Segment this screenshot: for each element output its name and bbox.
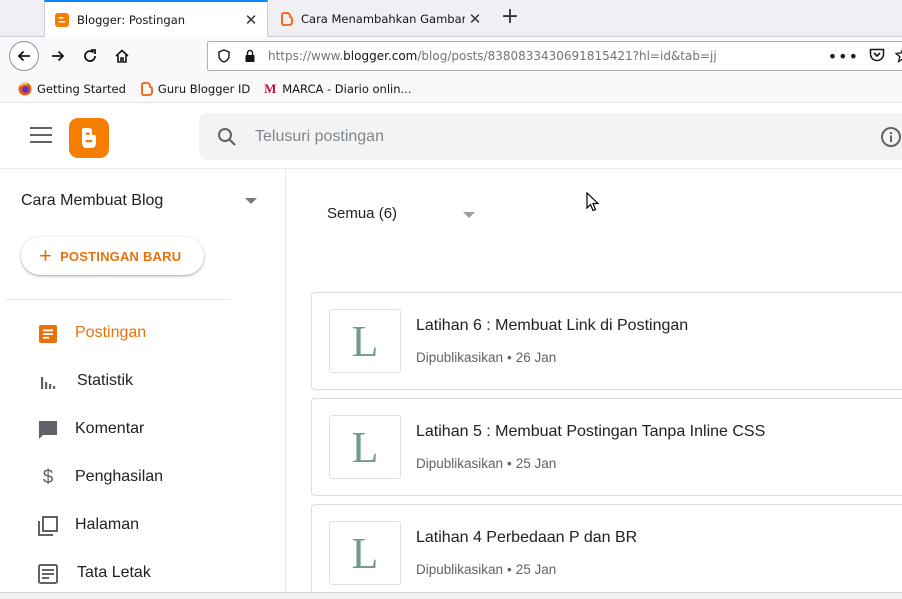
search-bar [199, 113, 902, 160]
info-icon[interactable] [880, 126, 902, 148]
post-list-item[interactable]: L Latihan 5 : Membuat Postingan Tanpa In… [311, 398, 902, 496]
bookmarks-toolbar: Getting Started Guru Blogger ID M MARCA … [0, 75, 902, 103]
home-icon [115, 49, 129, 63]
post-date: 26 Jan [515, 350, 557, 365]
tab-close-icon[interactable]: ✕ [465, 10, 485, 28]
reload-button[interactable] [75, 41, 105, 71]
address-bar-actions: ••• [823, 42, 902, 70]
sidebar-divider [5, 299, 230, 300]
blogger-logo-icon[interactable] [69, 118, 109, 158]
new-post-button[interactable]: + POSTINGAN BARU [21, 237, 204, 275]
sidebar-item-label: Statistik [77, 372, 134, 389]
post-title[interactable]: Latihan 5 : Membuat Postingan Tanpa Inli… [416, 423, 765, 441]
post-list-item[interactable]: L Latihan 6 : Membuat Link di Postingan … [311, 292, 902, 390]
address-bar[interactable]: https://www.blogger.com/blog/posts/83808… [207, 41, 902, 71]
tab-title: Cara Menambahkan Gambar di [301, 11, 465, 26]
post-thumbnail: L [329, 521, 401, 585]
bookmark-star-icon[interactable] [894, 47, 902, 66]
tracking-shield-icon[interactable] [216, 48, 232, 64]
url-text: https://www.blogger.com/blog/posts/83808… [268, 49, 717, 63]
pocket-icon[interactable] [869, 48, 885, 65]
post-date: 25 Jan [515, 456, 557, 471]
forward-arrow-icon [52, 50, 65, 62]
dropdown-caret-icon [245, 198, 257, 204]
sidebar-item-tata-letak[interactable]: Tata Letak [5, 553, 275, 593]
more-actions-icon[interactable]: ••• [828, 47, 859, 66]
blogger-id-icon [139, 81, 153, 96]
sidebar-item-label: Komentar [75, 420, 145, 437]
home-button[interactable] [107, 41, 137, 71]
blogger-id-favicon-icon [281, 11, 293, 26]
mouse-cursor-icon [586, 192, 600, 212]
sidebar-item-postingan[interactable]: Postingan [5, 313, 275, 353]
sidebar-item-penghasilan[interactable]: $ Penghasilan [5, 457, 275, 497]
tab-close-icon[interactable]: ✕ [241, 11, 261, 29]
firefox-icon [18, 82, 32, 96]
post-date: 25 Jan [515, 562, 557, 577]
sidebar-item-komentar[interactable]: Komentar [5, 409, 275, 449]
post-filter-dropdown[interactable]: Semua (6) [327, 205, 487, 229]
post-meta: Dipublikasikan • 25 Jan [416, 562, 557, 577]
sidebar-item-statistik[interactable]: Statistik [5, 361, 275, 401]
post-thumbnail: L [329, 415, 401, 479]
lock-icon[interactable] [242, 48, 258, 64]
browser-tab-bar: Blogger: Postingan ✕ Cara Menambahkan Ga… [0, 0, 902, 38]
post-list-item[interactable]: L Latihan 4 Perbedaan P dan BR Dipublika… [311, 504, 902, 599]
stats-icon [37, 371, 59, 393]
sidebar-item-label: Penghasilan [75, 468, 164, 485]
bookmark-guru-blogger-id[interactable]: Guru Blogger ID [139, 81, 250, 96]
post-title[interactable]: Latihan 4 Perbedaan P dan BR [416, 529, 637, 547]
new-post-label: POSTINGAN BARU [60, 248, 182, 264]
search-input[interactable] [255, 127, 755, 146]
post-list-panel: Semua (6) L Latihan 6 : Membuat Link di … [287, 169, 902, 599]
bookmark-getting-started[interactable]: Getting Started [18, 82, 126, 96]
sidebar-item-halaman[interactable]: Halaman [5, 505, 275, 545]
post-title[interactable]: Latihan 6 : Membuat Link di Postingan [416, 317, 688, 335]
comment-icon [37, 419, 59, 441]
sidebar-item-label: Halaman [75, 516, 140, 533]
dropdown-caret-icon [463, 212, 475, 218]
bookmark-marca[interactable]: M MARCA - Diario onlin... [263, 80, 411, 96]
post-thumbnail: L [329, 309, 401, 373]
post-status: Dipublikasikan [416, 350, 504, 365]
back-arrow-icon [17, 50, 30, 62]
tab-title: Blogger: Postingan [77, 13, 186, 27]
app-header [0, 103, 902, 169]
sidebar: Cara Membuat Blog + POSTINGAN BARU Posti… [5, 169, 286, 599]
blogger-favicon-icon [55, 13, 69, 27]
back-button[interactable] [9, 41, 39, 71]
blog-name: Cara Membuat Blog [21, 192, 164, 209]
browser-navigation-bar: https://www.blogger.com/blog/posts/83808… [0, 37, 902, 75]
sidebar-item-label: Postingan [75, 324, 147, 341]
posts-icon [37, 323, 59, 345]
post-meta: Dipublikasikan • 25 Jan [416, 456, 557, 471]
plus-icon: + [39, 243, 53, 268]
post-status: Dipublikasikan [416, 456, 504, 471]
post-meta: Dipublikasikan • 26 Jan [416, 350, 557, 365]
window-bottom-edge [0, 592, 902, 599]
reload-icon [84, 49, 96, 62]
blog-selector[interactable]: Cara Membuat Blog [21, 189, 261, 213]
tab-cara-menambahkan[interactable]: Cara Menambahkan Gambar di ✕ [269, 0, 491, 37]
search-icon[interactable] [217, 126, 239, 148]
layout-icon [37, 563, 59, 585]
marca-icon: M [264, 80, 277, 96]
new-tab-icon[interactable]: + [498, 6, 522, 30]
pages-icon [37, 515, 59, 537]
sidebar-item-label: Tata Letak [77, 564, 151, 581]
filter-value: Semua (6) [327, 205, 398, 222]
tab-blogger-postingan[interactable]: Blogger: Postingan ✕ [44, 0, 268, 38]
forward-button[interactable] [43, 41, 73, 71]
post-status: Dipublikasikan [416, 562, 504, 577]
dollar-icon: $ [42, 467, 54, 488]
menu-icon[interactable] [30, 127, 52, 145]
